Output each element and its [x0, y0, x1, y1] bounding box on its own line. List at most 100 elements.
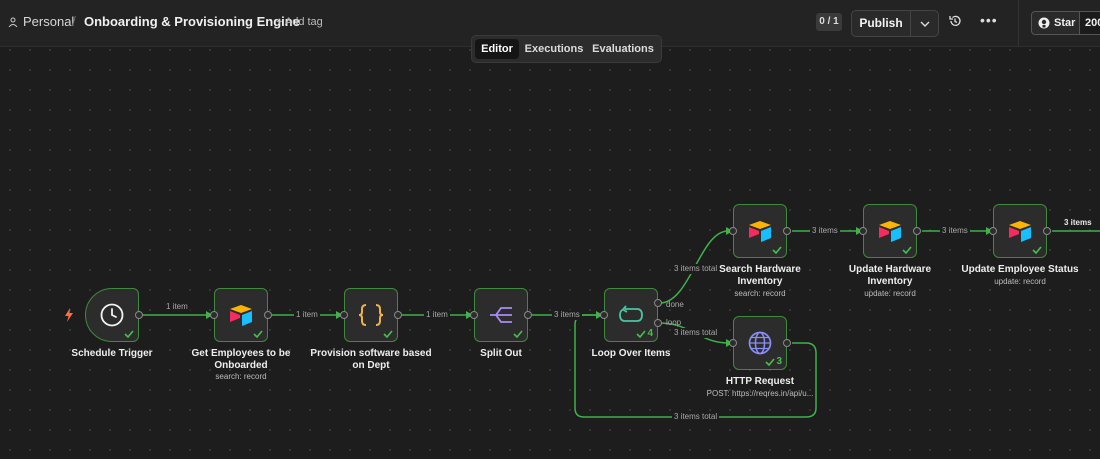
edge-label: 3 items total [672, 412, 720, 422]
publish-button[interactable]: Publish [852, 11, 910, 36]
output-port[interactable] [783, 339, 791, 347]
output-port[interactable] [394, 311, 402, 319]
output-port[interactable] [524, 311, 532, 319]
success-check-icon [772, 246, 782, 254]
github-icon [1038, 17, 1050, 29]
workflow-title[interactable]: Onboarding & Provisioning Engine [84, 14, 300, 29]
user-icon [8, 17, 18, 27]
airtable-icon [879, 221, 901, 242]
output-port-loop[interactable] [654, 319, 662, 327]
node-search-hardware-inventory[interactable] [733, 204, 787, 258]
input-port[interactable] [729, 227, 737, 235]
split-icon [490, 307, 512, 323]
output-port[interactable] [264, 311, 272, 319]
airtable-icon [230, 305, 252, 326]
edge-label: 1 item [294, 310, 320, 320]
breadcrumb-owner[interactable]: Personal [8, 14, 74, 29]
input-port[interactable] [600, 311, 608, 319]
node-label: HTTP Request [725, 376, 795, 387]
node-provision-software[interactable] [344, 288, 398, 342]
node-label: Loop Over Items [591, 348, 671, 359]
history-icon [949, 15, 961, 26]
publish-options-button[interactable] [910, 11, 939, 36]
input-port[interactable] [470, 311, 478, 319]
header-divider [1018, 0, 1019, 46]
globe-icon [748, 331, 772, 355]
success-check-icon [636, 329, 647, 338]
breadcrumb-owner-label: Personal [23, 14, 75, 29]
node-get-employees[interactable] [214, 288, 268, 342]
output-port[interactable] [913, 227, 921, 235]
tab-evaluations[interactable]: Evaluations [589, 39, 657, 59]
output-port[interactable] [135, 311, 143, 319]
history-button[interactable] [948, 14, 962, 33]
node-update-hardware-inventory[interactable] [863, 204, 917, 258]
node-label-line2: Inventory [867, 276, 913, 287]
input-port[interactable] [989, 227, 997, 235]
clock-icon [100, 303, 124, 327]
success-badge: 3 [765, 356, 782, 367]
node-label: Update Hardware Inventory [840, 264, 940, 288]
airtable-icon [1009, 221, 1031, 242]
node-label-line1: Update Hardware [848, 264, 932, 275]
edge-label: 1 item [164, 302, 190, 312]
output-port-done[interactable] [654, 299, 662, 307]
chevron-down-icon [920, 21, 930, 27]
port-label-done: done [666, 300, 684, 309]
node-label-line1: Search Hardware [719, 264, 801, 275]
run-count: 4 [647, 328, 653, 339]
edge-label: 3 items [552, 310, 582, 320]
loop-icon [619, 305, 643, 322]
edge-label: 3 items total [672, 328, 720, 338]
output-port[interactable] [1043, 227, 1051, 235]
success-check-icon [1032, 246, 1042, 254]
success-check-icon [902, 246, 912, 254]
add-tag-button[interactable]: + Add tag [276, 16, 323, 28]
edge-label: 3 items [810, 226, 840, 236]
node-split-out[interactable] [474, 288, 528, 342]
view-tabs: Editor Executions Evaluations [471, 35, 662, 63]
node-sublabel: POST: https://reqres.in/api/u... [706, 389, 814, 398]
github-star-widget[interactable]: Star 200 [1031, 11, 1100, 35]
node-label-line1: Provision software based [310, 348, 432, 359]
workflow-counter: 0 / 1 [816, 13, 842, 31]
tab-executions[interactable]: Executions [523, 39, 585, 59]
node-loop-over-items[interactable]: 4 [604, 288, 658, 342]
node-schedule-trigger[interactable] [85, 288, 139, 342]
breadcrumb-separator: / [72, 13, 76, 29]
success-check-icon [124, 330, 134, 338]
node-label-line2: Inventory [737, 276, 783, 287]
input-port[interactable] [210, 311, 218, 319]
input-port[interactable] [859, 227, 867, 235]
github-star-label: Star [1054, 17, 1076, 29]
node-http-request[interactable]: 3 [733, 316, 787, 370]
node-sublabel: update: record [994, 277, 1046, 286]
success-check-icon [253, 330, 263, 338]
airtable-icon [749, 221, 771, 242]
trigger-bolt-icon [65, 308, 73, 322]
node-sublabel: search: record [734, 289, 786, 298]
edge-label: 3 items [1062, 218, 1094, 228]
tab-editor[interactable]: Editor [475, 39, 519, 59]
node-update-employee-status[interactable] [993, 204, 1047, 258]
run-count: 3 [776, 356, 782, 367]
node-label: Schedule Trigger [71, 348, 153, 359]
connections-layer [142, 227, 1100, 418]
input-port[interactable] [340, 311, 348, 319]
more-options-icon[interactable]: ••• [980, 12, 998, 28]
input-port[interactable] [729, 339, 737, 347]
output-port[interactable] [783, 227, 791, 235]
node-sublabel: search: record [215, 372, 267, 381]
node-label: Update Employee Status [961, 264, 1079, 275]
node-label-line2: on Dept [352, 360, 390, 371]
success-check-icon [383, 330, 393, 338]
success-check-icon [513, 330, 523, 338]
success-badge: 4 [636, 328, 653, 339]
node-label: Split Out [480, 348, 522, 359]
node-sublabel: update: record [864, 289, 916, 298]
github-star-button[interactable]: Star [1032, 12, 1078, 34]
code-braces-icon [358, 304, 384, 326]
success-check-icon [765, 357, 776, 366]
edge-label: 1 item [424, 310, 450, 320]
publish-button-group: Publish [851, 10, 939, 37]
